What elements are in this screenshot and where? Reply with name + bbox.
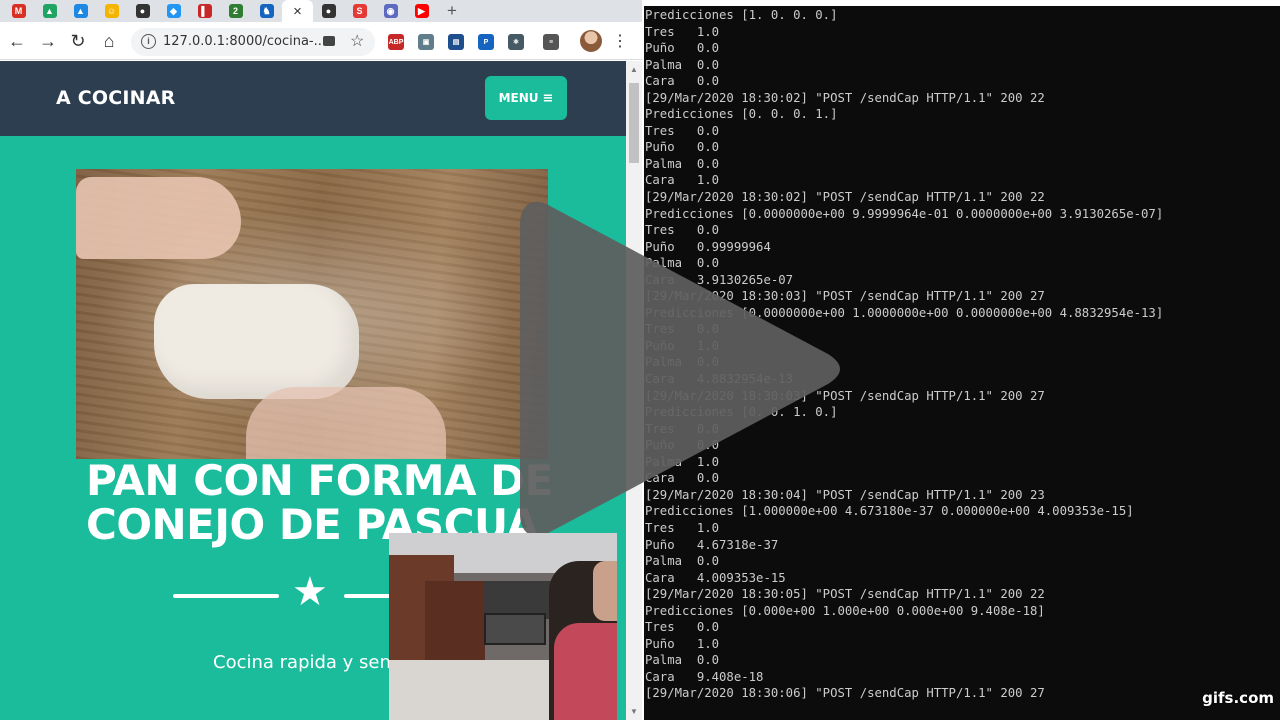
menu-button-label: MENU: [498, 91, 539, 105]
home-icon[interactable]: ⌂: [96, 28, 122, 54]
forward-icon[interactable]: →: [35, 28, 61, 54]
browser-tab[interactable]: ▲: [65, 0, 96, 22]
terminal-line: Cara 9.408e-18: [645, 669, 764, 684]
terminal-line: Palma 0.0: [645, 57, 720, 72]
gmail-icon: M: [11, 4, 26, 18]
play-button-icon[interactable]: [510, 188, 850, 550]
site-navbar: A COCINAR MENU ≡: [0, 61, 626, 136]
extension-icon[interactable]: P: [478, 34, 494, 50]
terminal-line: Tres 1.0: [645, 24, 720, 39]
globe-icon: ●: [321, 4, 336, 18]
bookmark-icon: ▌: [197, 4, 212, 18]
webcam-preview: [389, 533, 617, 720]
bookmark-star-icon[interactable]: ☆: [350, 31, 364, 51]
terminal-line: Predicciones [0. 0. 0. 1.]: [645, 107, 838, 122]
new-tab-icon[interactable]: +: [440, 0, 464, 22]
terminal-line: Predicciones [0.000e+00 1.000e+00 0.000e…: [645, 603, 1045, 618]
screen: M ▲ ▲ ☺ ● ◆ ▌ 2 ♞ × ● S ◉ ▶ + ← → ↻ ⌂ i 127.0.0.1:8000…: [0, 0, 1280, 720]
terminal-line: Palma 0.0: [645, 554, 720, 569]
drive-icon: ▲: [73, 4, 88, 18]
hand-image-part: [246, 387, 446, 459]
site-brand[interactable]: A COCINAR: [56, 87, 175, 109]
tab-strip: M ▲ ▲ ☺ ● ◆ ▌ 2 ♞ × ● S ◉ ▶ +: [0, 0, 642, 22]
menu-kebab-icon[interactable]: ⋮: [612, 31, 628, 51]
reload-icon[interactable]: ↻: [65, 28, 91, 54]
dough-image-part: [154, 284, 359, 399]
scroll-thumb[interactable]: [629, 83, 639, 163]
extension-icon[interactable]: ▤: [448, 34, 464, 50]
app-icon: ♞: [259, 4, 274, 18]
terminal-line: Cara 0.0: [645, 74, 720, 89]
browser-tab[interactable]: ▶: [406, 0, 437, 22]
browser-tab[interactable]: 2: [220, 0, 251, 22]
browser-tab[interactable]: S: [344, 0, 375, 22]
app-icon: ◉: [383, 4, 398, 18]
url-text[interactable]: 127.0.0.1:8000/cocina-...: [163, 34, 326, 49]
terminal-line: Puño 0.0: [645, 41, 720, 56]
star-icon: ★: [292, 570, 328, 614]
cube-icon[interactable]: ▣: [418, 34, 434, 50]
scroll-up-icon[interactable]: ▲: [630, 65, 638, 74]
browser-tab[interactable]: ▲: [34, 0, 65, 22]
s-icon: S: [352, 4, 367, 18]
youtube-icon: ▶: [414, 4, 429, 18]
terminal-line: Cara 4.009353e-15: [645, 570, 786, 585]
close-tab-icon[interactable]: ×: [293, 3, 302, 20]
watermark-logo: gifs.com: [1202, 689, 1274, 707]
playlist-icon[interactable]: ≡: [543, 34, 559, 50]
terminal-line: Puño 0.0: [645, 140, 720, 155]
browser-tab[interactable]: ◆: [158, 0, 189, 22]
hand-image-part: [76, 177, 241, 259]
drive-icon: ▲: [42, 4, 57, 18]
address-bar[interactable]: i 127.0.0.1:8000/cocina-... ☆: [131, 28, 375, 56]
browser-tab[interactable]: M: [3, 0, 34, 22]
browser-tab[interactable]: ◉: [375, 0, 406, 22]
terminal-line: [29/Mar/2020 18:30:05] "POST /sendCap HT…: [645, 587, 1045, 602]
terminal-line: [29/Mar/2020 18:30:06] "POST /sendCap HT…: [645, 686, 1045, 701]
profile-avatar[interactable]: [580, 30, 602, 52]
site-info-icon[interactable]: i: [141, 34, 156, 49]
terminal-line: Puño 1.0: [645, 636, 720, 651]
abp-icon[interactable]: ABP: [388, 34, 404, 50]
terminal-line: Cara 1.0: [645, 173, 720, 188]
browser-tab[interactable]: ♞: [251, 0, 282, 22]
divider-line-left: [173, 594, 279, 598]
number-icon: 2: [228, 4, 243, 18]
browser-tab[interactable]: ●: [127, 0, 158, 22]
terminal-line: Palma 0.0: [645, 156, 720, 171]
browser-tab-active[interactable]: ×: [282, 0, 313, 22]
back-icon[interactable]: ←: [4, 28, 30, 54]
terminal-line: [29/Mar/2020 18:30:02] "POST /sendCap HT…: [645, 90, 1045, 105]
menu-button[interactable]: MENU ≡: [485, 76, 567, 120]
browser-toolbar: ← → ↻ ⌂ i 127.0.0.1:8000/cocina-... ☆ AB…: [0, 22, 642, 60]
terminal-line: Tres 0.0: [645, 620, 720, 635]
emoji-icon: ☺: [104, 4, 119, 18]
hero-image: [76, 169, 548, 459]
terminal-top-edge: [644, 0, 1280, 6]
browser-tab[interactable]: ▌: [189, 0, 220, 22]
react-icon[interactable]: ⚛: [508, 34, 524, 50]
browser-tab[interactable]: ☺: [96, 0, 127, 22]
terminal-line: Tres 0.0: [645, 123, 720, 138]
hamburger-icon: ≡: [542, 90, 554, 106]
camera-icon[interactable]: [323, 36, 335, 46]
terminal-line: Predicciones [1. 0. 0. 0.]: [645, 8, 838, 22]
app-icon: ◆: [166, 4, 181, 18]
globe-icon: ●: [135, 4, 150, 18]
browser-tab[interactable]: ●: [313, 0, 344, 22]
scroll-down-icon[interactable]: ▼: [630, 707, 638, 716]
terminal-line: Palma 0.0: [645, 653, 720, 668]
